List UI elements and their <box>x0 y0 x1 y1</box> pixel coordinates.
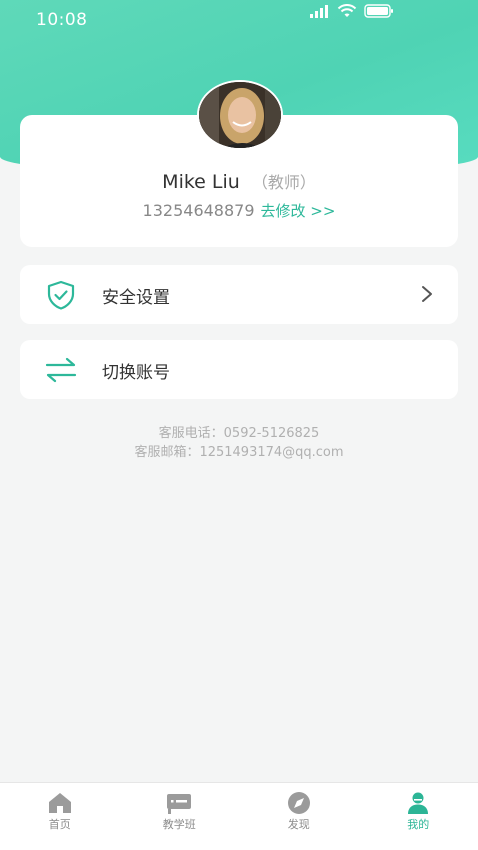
menu-item-switch-account[interactable]: 切换账号 <box>20 340 458 399</box>
profile-phone-line: 13254648879 去修改 >> <box>20 200 458 221</box>
profile-role: （教师） <box>251 173 316 192</box>
tab-mine[interactable]: 我的 <box>359 783 478 850</box>
service-email: 客服邮箱：1251493174@qq.com <box>134 445 344 460</box>
service-phone: 客服电话：0592-5126825 <box>158 426 320 441</box>
menu-item-security[interactable]: 安全设置 <box>20 265 458 324</box>
customer-service-info: 客服电话：0592-5126825 客服邮箱：1251493174@qq.com <box>0 424 478 462</box>
chevron-right-icon <box>422 286 432 302</box>
tab-home[interactable]: 首页 <box>0 783 120 850</box>
home-icon <box>48 793 71 813</box>
profile-name-line: Mike Liu （教师） <box>20 169 458 193</box>
tab-discover[interactable]: 发现 <box>239 783 359 850</box>
bottom-tab-bar: 首页 教学班 发现 我的 <box>0 782 478 850</box>
user-icon <box>408 792 429 814</box>
menu-item-label: 切换账号 <box>102 363 170 383</box>
tab-label: 教学班 <box>162 818 196 831</box>
menu-item-label: 安全设置 <box>102 288 170 308</box>
profile-phone: 13254648879 <box>142 201 255 220</box>
signal-icon <box>310 5 328 18</box>
class-icon <box>167 794 192 814</box>
compass-icon <box>287 792 310 814</box>
tab-label: 我的 <box>407 818 430 831</box>
shield-check-icon <box>47 280 75 310</box>
avatar[interactable] <box>197 80 283 150</box>
status-time: 10:08 <box>36 10 88 30</box>
profile-name: Mike Liu <box>162 171 240 193</box>
status-icons <box>310 4 394 18</box>
swap-arrows-icon <box>45 357 77 383</box>
status-bar: 10:08 <box>0 0 478 40</box>
tab-class[interactable]: 教学班 <box>120 783 240 850</box>
tab-label: 发现 <box>287 818 310 831</box>
wifi-icon <box>337 4 357 17</box>
tab-label: 首页 <box>48 818 71 831</box>
battery-icon <box>364 4 393 18</box>
edit-phone-link[interactable]: 去修改 >> <box>261 202 336 220</box>
